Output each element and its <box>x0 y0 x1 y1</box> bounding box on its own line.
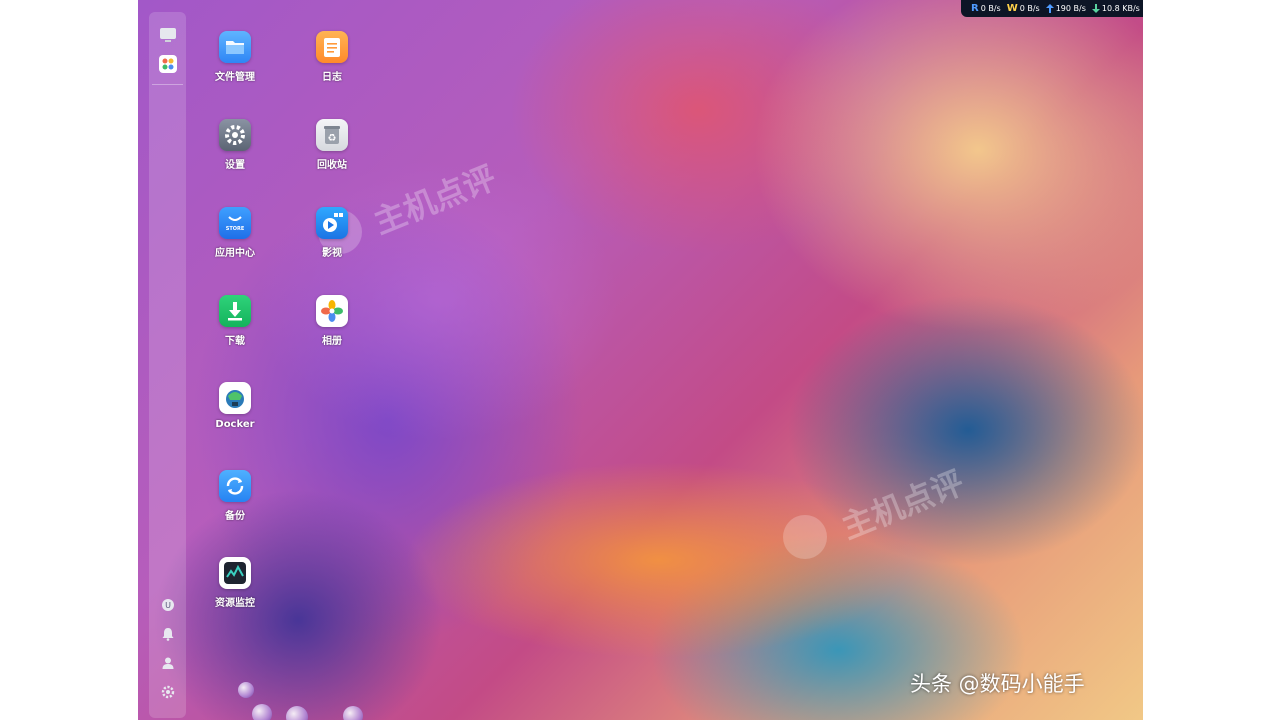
monitor-icon <box>219 557 251 589</box>
download-icon <box>219 295 251 327</box>
app-label: 备份 <box>225 511 245 522</box>
taskbar-divider <box>152 84 183 85</box>
app-label: 文件管理 <box>215 72 255 83</box>
upload-arrow-icon <box>1045 4 1054 13</box>
app-backup[interactable]: 备份 <box>195 470 275 522</box>
upload-stat: 190 B/s <box>1045 4 1086 13</box>
app-resource-monitor[interactable]: 资源监控 <box>195 557 275 609</box>
app-launcher-icon[interactable] <box>159 55 177 73</box>
app-docker[interactable]: Docker <box>195 382 275 430</box>
svg-text:U: U <box>165 601 171 610</box>
folder-icon <box>219 31 251 63</box>
disk-write-stat: W0 B/s <box>1006 3 1040 14</box>
gear-icon <box>219 119 251 151</box>
video-icon <box>316 207 348 239</box>
watermark-text: 主机点评 <box>836 463 970 547</box>
bubble-decoration <box>252 704 272 720</box>
store-icon: STORE <box>219 207 251 239</box>
photos-icon <box>316 295 348 327</box>
bubble-decoration <box>238 682 254 698</box>
app-file-manager[interactable]: 文件管理 <box>195 31 275 83</box>
desktop-icon[interactable] <box>159 26 177 44</box>
watermark-logo <box>783 515 827 559</box>
bubble-decoration <box>343 706 363 720</box>
bell-icon[interactable] <box>159 625 177 643</box>
disk-read-stat: R0 B/s <box>971 3 1001 14</box>
app-label: 资源监控 <box>215 598 255 609</box>
app-label: Docker <box>215 419 255 430</box>
app-label: 相册 <box>322 336 342 347</box>
docker-icon <box>219 382 251 414</box>
app-recycle-bin[interactable]: ♻ 回收站 <box>292 119 372 171</box>
app-label: 应用中心 <box>215 248 255 259</box>
app-log[interactable]: 日志 <box>292 31 372 83</box>
app-settings[interactable]: 设置 <box>195 119 275 171</box>
download-stat: 10.8 KB/s <box>1091 4 1140 13</box>
app-video[interactable]: 影视 <box>292 207 372 259</box>
backup-icon <box>219 470 251 502</box>
source-credit: 头条 @数码小能手 <box>910 672 1085 696</box>
user-icon[interactable] <box>159 654 177 672</box>
recycle-bin-icon: ♻ <box>316 119 348 151</box>
app-label: 下载 <box>225 336 245 347</box>
user-center-icon[interactable]: U <box>159 596 177 614</box>
network-status-bar: R0 B/s W0 B/s 190 B/s 10.8 KB/s <box>961 0 1143 17</box>
app-label: 回收站 <box>317 160 347 171</box>
download-arrow-icon <box>1091 4 1100 13</box>
bubble-decoration <box>286 706 308 720</box>
app-photos[interactable]: 相册 <box>292 295 372 347</box>
watermark-text: 主机点评 <box>368 158 502 242</box>
app-label: 影视 <box>322 248 342 259</box>
app-label: 日志 <box>322 72 342 83</box>
store-badge-text: STORE <box>225 226 245 232</box>
app-store[interactable]: STORE 应用中心 <box>195 207 275 259</box>
taskbar: U <box>149 12 186 718</box>
desktop[interactable]: 主机点评 主机点评 U R0 B/s W0 B/s 190 B/s 10.8 K… <box>138 0 1143 720</box>
app-download[interactable]: 下载 <box>195 295 275 347</box>
settings-gear-icon[interactable] <box>159 683 177 701</box>
notes-icon <box>316 31 348 63</box>
app-label: 设置 <box>225 160 245 171</box>
svg-text:♻: ♻ <box>328 133 337 144</box>
